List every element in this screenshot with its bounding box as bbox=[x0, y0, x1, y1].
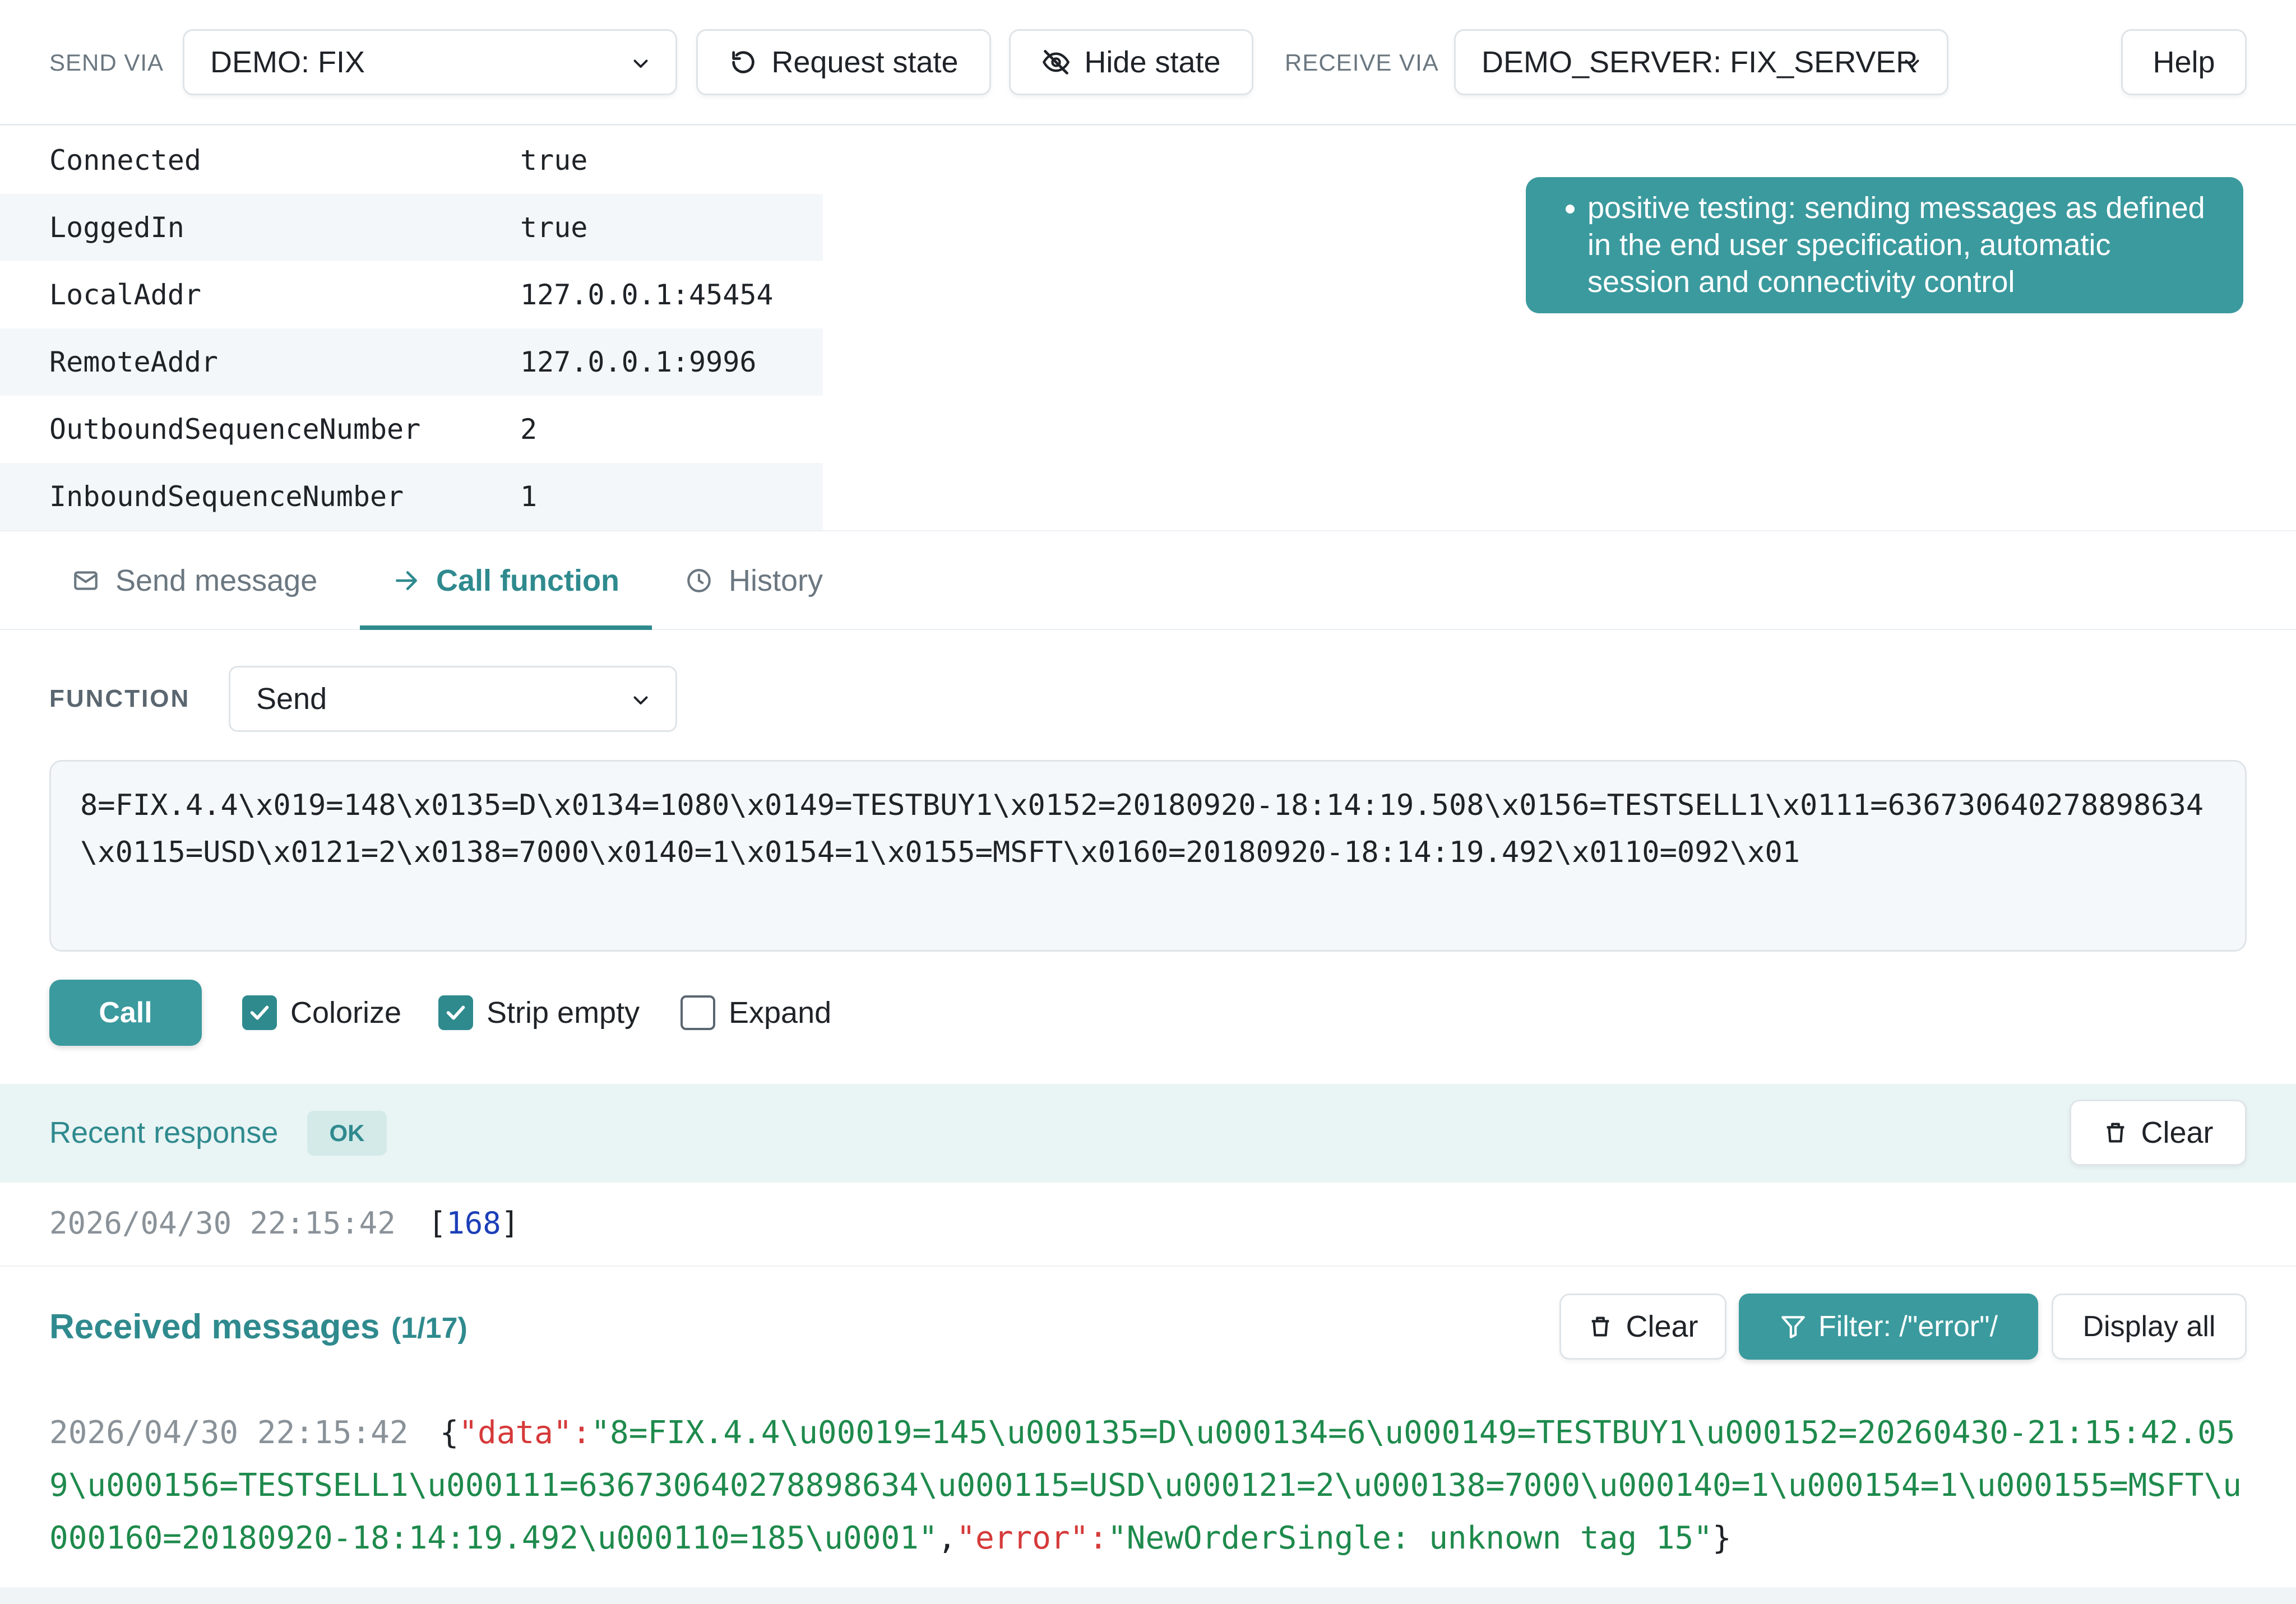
state-row: OutboundSequenceNumber 2 bbox=[0, 396, 823, 463]
strip-empty-label: Strip empty bbox=[487, 996, 640, 1030]
expand-label: Expand bbox=[729, 996, 832, 1030]
json-value-error: "NewOrderSingle: unknown tag 15" bbox=[1108, 1520, 1712, 1556]
help-button[interactable]: Help bbox=[2121, 29, 2247, 95]
tab-bar: Send message Call function History bbox=[0, 530, 2296, 630]
response-timestamp: 2026/04/30 22:15:42 bbox=[49, 1205, 396, 1241]
colorize-checkbox[interactable]: Colorize bbox=[242, 994, 401, 1031]
function-label: FUNCTION bbox=[49, 685, 191, 712]
state-key: RemoteAddr bbox=[49, 346, 219, 378]
json-punct: : bbox=[572, 1415, 591, 1451]
colorize-label: Colorize bbox=[290, 996, 402, 1030]
function-value: Send bbox=[256, 682, 327, 716]
json-punct: { bbox=[439, 1415, 459, 1451]
state-key: LoggedIn bbox=[49, 211, 184, 244]
hide-state-label: Hide state bbox=[1084, 45, 1221, 79]
toolbar: SEND VIA DEMO: FIX Request state Hide st… bbox=[0, 0, 2296, 126]
eye-off-icon bbox=[1043, 50, 1070, 75]
request-state-label: Request state bbox=[771, 45, 959, 79]
check-icon bbox=[446, 1005, 465, 1020]
display-all-button[interactable]: Display all bbox=[2052, 1294, 2247, 1360]
received-messages-title: Received messages bbox=[49, 1308, 380, 1346]
trash-icon bbox=[1592, 1316, 1609, 1337]
tab-label: History bbox=[729, 564, 823, 597]
checkbox-box bbox=[242, 995, 277, 1030]
state-value: 1 bbox=[520, 480, 538, 513]
state-value: true bbox=[520, 211, 588, 244]
chevron-down-icon bbox=[633, 59, 648, 68]
state-key: InboundSequenceNumber bbox=[49, 480, 404, 513]
response-line: 2026/04/30 22:15:42 [168] bbox=[49, 1199, 519, 1246]
help-label: Help bbox=[2152, 45, 2215, 79]
function-select[interactable]: Send bbox=[229, 666, 677, 732]
state-value: 127.0.0.1:45454 bbox=[520, 279, 774, 311]
checkbox-box bbox=[681, 995, 715, 1030]
expand-checkbox[interactable]: Expand bbox=[681, 994, 831, 1031]
function-args-editor[interactable]: 8=FIX.4.4\x019=148\x0135=D\x0134=1080\x0… bbox=[49, 760, 2247, 952]
state-row: Connected true bbox=[0, 127, 823, 194]
tab-call-function[interactable]: Call function bbox=[360, 531, 652, 630]
send-via-select[interactable]: DEMO: FIX bbox=[183, 29, 677, 95]
tab-label: Send message bbox=[115, 564, 318, 597]
refresh-icon bbox=[732, 51, 755, 73]
tab-label: Call function bbox=[436, 564, 619, 597]
clear-response-button[interactable]: Clear bbox=[2070, 1100, 2247, 1166]
state-key: Connected bbox=[49, 144, 201, 177]
state-table: Connected true LoggedIn true LocalAddr 1… bbox=[0, 127, 823, 530]
clear-label: Clear bbox=[1626, 1310, 1698, 1343]
message-timestamp: 2026/04/30 22:15:42 bbox=[49, 1415, 409, 1451]
state-row: RemoteAddr 127.0.0.1:9996 bbox=[0, 328, 823, 396]
receive-via-value: DEMO_SERVER: FIX_SERVER bbox=[1482, 45, 1918, 79]
response-value: [168] bbox=[428, 1206, 520, 1241]
state-row: InboundSequenceNumber 1 bbox=[0, 463, 823, 530]
received-count: (1/17) bbox=[391, 1312, 467, 1345]
state-row: LoggedIn true bbox=[0, 194, 823, 261]
chevron-down-icon bbox=[1905, 59, 1919, 68]
json-punct: } bbox=[1712, 1520, 1732, 1556]
filter-icon bbox=[1781, 1316, 1805, 1338]
checkbox-box bbox=[438, 995, 473, 1030]
state-row: LocalAddr 127.0.0.1:45454 bbox=[0, 261, 823, 328]
divider bbox=[0, 1265, 2296, 1267]
status-badge: OK bbox=[307, 1111, 387, 1156]
clock-icon bbox=[687, 569, 711, 592]
json-punct: , bbox=[937, 1520, 957, 1556]
check-icon bbox=[250, 1005, 269, 1020]
json-key-error: "error" bbox=[956, 1520, 1089, 1556]
trash-icon bbox=[2107, 1123, 2124, 1143]
received-message: 2026/04/30 22:15:42 {"data":"8=FIX.4.4\u0… bbox=[49, 1407, 2252, 1565]
state-value: 2 bbox=[520, 413, 538, 446]
clear-received-button[interactable]: Clear bbox=[1559, 1294, 1726, 1360]
state-key: LocalAddr bbox=[49, 279, 201, 311]
strip-empty-checkbox[interactable]: Strip empty bbox=[438, 994, 640, 1031]
hide-state-button[interactable]: Hide state bbox=[1009, 29, 1253, 95]
close-bracket: ] bbox=[501, 1205, 520, 1241]
note-text: positive testing: sending messages as de… bbox=[1587, 189, 2221, 300]
send-via-value: DEMO: FIX bbox=[210, 45, 365, 79]
receive-via-label: RECEIVE VIA bbox=[1285, 49, 1439, 76]
filter-button[interactable]: Filter: /"error"/ bbox=[1739, 1294, 2038, 1360]
state-key: OutboundSequenceNumber bbox=[49, 413, 421, 446]
state-value: true bbox=[520, 144, 588, 177]
chevron-down-icon bbox=[633, 696, 648, 704]
json-punct: : bbox=[1089, 1520, 1108, 1556]
response-number: 168 bbox=[446, 1205, 501, 1241]
json-key-data: "data" bbox=[459, 1415, 572, 1451]
send-via-label: SEND VIA bbox=[49, 49, 164, 76]
state-value: 127.0.0.1:9996 bbox=[520, 346, 757, 378]
filter-label: Filter: /"error"/ bbox=[1818, 1310, 1998, 1343]
clear-label: Clear bbox=[2141, 1116, 2214, 1149]
tab-send-message[interactable]: Send message bbox=[72, 531, 317, 630]
recent-response-title: Recent response bbox=[49, 1116, 279, 1149]
request-state-button[interactable]: Request state bbox=[696, 29, 991, 95]
arrow-right-icon bbox=[396, 571, 417, 590]
bottom-band bbox=[0, 1587, 2296, 1604]
receive-via-select[interactable]: DEMO_SERVER: FIX_SERVER bbox=[1454, 29, 1948, 95]
mail-icon bbox=[74, 571, 98, 590]
call-button[interactable]: Call bbox=[49, 980, 202, 1046]
description-note: positive testing: sending messages as de… bbox=[1526, 177, 2243, 313]
tab-history[interactable]: History bbox=[685, 531, 823, 630]
open-bracket: [ bbox=[428, 1205, 447, 1241]
